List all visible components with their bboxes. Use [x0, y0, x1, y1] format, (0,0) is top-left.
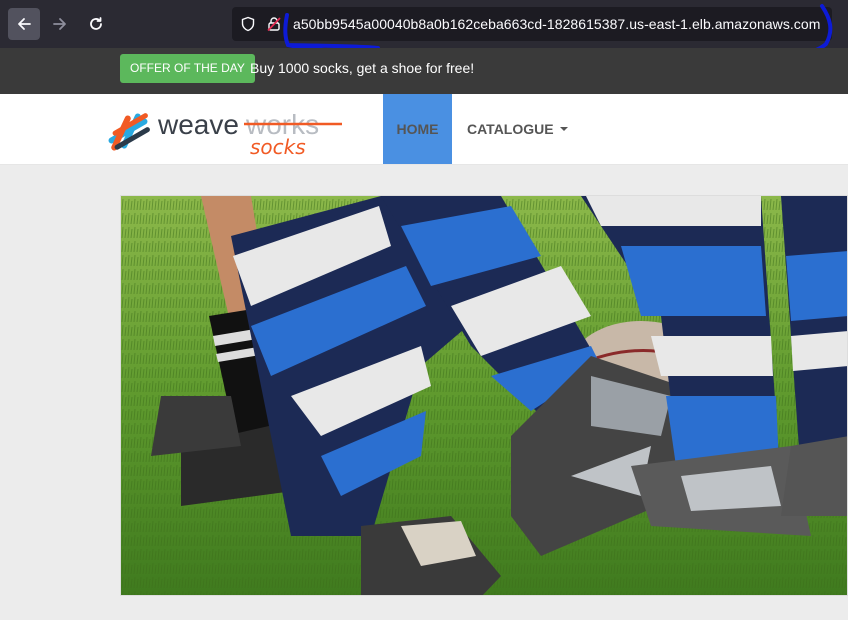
logo-mark-icon — [108, 113, 150, 151]
nav-home-label: HOME — [396, 121, 439, 137]
offer-badge[interactable]: OFFER OF THE DAY — [120, 54, 255, 83]
nav-home[interactable]: HOME — [383, 94, 452, 164]
nav-catalogue-label: CATALOGUE — [467, 121, 554, 137]
url-text[interactable]: a50bb9545a00040b8a0b162ceba663cd-1828615… — [293, 16, 820, 32]
browser-toolbar: a50bb9545a00040b8a0b162ceba663cd-1828615… — [0, 0, 848, 61]
back-button[interactable] — [8, 8, 40, 40]
arrow-left-icon — [18, 18, 31, 30]
reload-icon — [90, 17, 102, 30]
hero-image — [120, 195, 848, 596]
caret-down-icon — [559, 127, 568, 131]
logo-text-weave: weave — [157, 109, 239, 140]
offer-text: Buy 1000 socks, get a shoe for free! — [250, 60, 475, 76]
lock-insecure-icon[interactable] — [266, 16, 282, 32]
forward-button[interactable] — [44, 8, 76, 40]
offer-banner: OFFER OF THE DAY Buy 1000 socks, get a s… — [0, 48, 848, 94]
rugby-socks-photo — [121, 196, 847, 595]
site-header: weave works socks HOME CATALOGUE — [0, 94, 848, 165]
weaveworks-socks-logo[interactable]: weave works socks — [104, 102, 354, 158]
shield-icon[interactable] — [240, 16, 256, 32]
reload-button[interactable] — [80, 8, 112, 40]
address-bar[interactable]: a50bb9545a00040b8a0b162ceba663cd-1828615… — [232, 7, 832, 41]
arrow-right-icon — [53, 18, 66, 30]
logo-text-socks: socks — [250, 135, 306, 158]
nav-catalogue[interactable]: CATALOGUE — [467, 94, 568, 164]
